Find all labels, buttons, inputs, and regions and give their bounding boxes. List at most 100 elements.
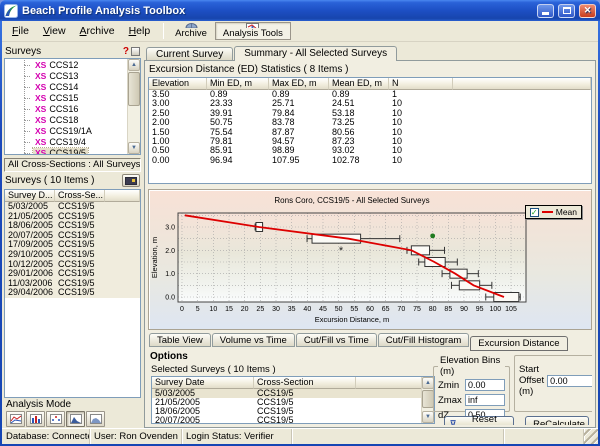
chart-tab-strip: Table ViewVolume vs TimeCut/Fill vs Time… xyxy=(148,333,592,351)
table-row[interactable]: 3.500.890.890.891 xyxy=(149,90,591,99)
zmax-input[interactable] xyxy=(465,394,505,406)
scroll-thumb[interactable] xyxy=(128,72,140,106)
legend-label: Mean xyxy=(556,207,577,217)
tree-scrollbar[interactable]: ▲ ▼ xyxy=(127,59,140,154)
export-icon xyxy=(125,176,137,185)
table-row[interactable]: 17/09/2005CCS19/5 xyxy=(5,240,140,250)
analysis-mode-label: Analysis Mode xyxy=(6,399,139,411)
table-row[interactable]: 21/05/2005CCS19/5 xyxy=(152,398,423,407)
column-header[interactable]: Elevation xyxy=(149,78,207,90)
column-header[interactable]: Cross-Section xyxy=(254,377,356,389)
table-row[interactable]: 20/07/2005CCS19/5 xyxy=(5,231,140,241)
table-row[interactable]: 1.5075.5487.8780.5610 xyxy=(149,128,591,137)
table-row[interactable]: 10/12/2005CCS19/5 xyxy=(5,260,140,270)
table-row[interactable]: 18/06/2005CCS19/5 xyxy=(5,221,140,231)
help-icon[interactable]: ? xyxy=(123,46,129,57)
column-header[interactable]: Survey D... xyxy=(5,190,55,202)
start-offset-group: Start Offset (m) xyxy=(514,355,592,412)
sidebar-title: Surveys xyxy=(5,46,123,57)
pin-icon[interactable] xyxy=(131,47,140,56)
line-chart-mode-button[interactable] xyxy=(6,411,25,427)
analysis-tools-label: Analysis Tools xyxy=(223,28,283,39)
title-bar: Beach Profile Analysis Toolbox ✕ xyxy=(0,0,600,21)
table-row[interactable]: 1.0079.8194.5787.2310 xyxy=(149,137,591,146)
scroll-up-icon[interactable]: ▲ xyxy=(128,59,140,71)
table-row[interactable]: 0.0096.94107.95102.7810 xyxy=(149,156,591,165)
sidebar-surveys-table: Survey D...Cross-Se... 5/03/2005CCS19/52… xyxy=(4,189,141,398)
table-row[interactable]: 0.5085.9198.8993.0210 xyxy=(149,146,591,155)
status-panel: Database: Connected xyxy=(2,429,90,444)
table-row[interactable]: 20/07/2005CCS19/5 xyxy=(152,416,423,423)
tab-summary-all-selected-surveys[interactable]: Summary - All Selected Surveys xyxy=(234,46,397,61)
profile-mode-button[interactable] xyxy=(66,411,85,427)
svg-text:Excursion Distance, m: Excursion Distance, m xyxy=(315,315,390,324)
status-bar: Database: ConnectedUser: Ron OvendenLogi… xyxy=(2,428,598,444)
resize-grip[interactable] xyxy=(584,429,598,444)
close-button[interactable]: ✕ xyxy=(579,4,596,18)
menu-view[interactable]: View xyxy=(37,23,72,39)
column-header[interactable]: Survey Date xyxy=(152,377,254,389)
reset-constraints-button[interactable]: ⊽ Reset Constraints xyxy=(444,416,514,425)
table-row[interactable]: 2.0050.7583.7873.2510 xyxy=(149,118,591,127)
column-header[interactable]: Min ED, m xyxy=(207,78,269,90)
chart-legend[interactable]: ✓ Mean xyxy=(525,205,582,219)
menu-toolbar: FileViewArchiveHelp Archive Analysis Too… xyxy=(2,21,598,42)
minimize-button[interactable] xyxy=(537,4,554,18)
table-row[interactable]: 29/10/2005CCS19/5 xyxy=(5,250,140,260)
histogram-mode-button[interactable] xyxy=(86,411,105,427)
scroll-down-icon[interactable]: ▼ xyxy=(128,142,140,154)
table-row[interactable]: 5/03/2005CCS19/5 xyxy=(152,389,423,398)
surveys-tree: XSCCS12XSCCS13XSCCS14XSCCS15XSCCS16XSCCS… xyxy=(4,58,141,155)
status-panel: Login Status: Verifier xyxy=(182,429,292,444)
table-row[interactable]: 18/06/2005CCS19/5 xyxy=(152,407,423,416)
table-row[interactable]: 29/04/2006CCS19/5 xyxy=(5,288,140,298)
svg-text:55: 55 xyxy=(350,306,358,313)
scroll-down-icon[interactable]: ▼ xyxy=(422,411,434,423)
menu-file[interactable]: File xyxy=(6,23,35,39)
table-row[interactable]: 29/01/2006CCS19/5 xyxy=(5,269,140,279)
toolbar-separator xyxy=(163,23,164,39)
table-row[interactable]: 21/05/2005CCS19/5 xyxy=(5,212,140,222)
archive-toolbar-button[interactable]: Archive xyxy=(167,22,215,40)
svg-text:45: 45 xyxy=(319,306,327,313)
legend-checkbox[interactable]: ✓ xyxy=(530,208,539,217)
column-header[interactable]: N xyxy=(389,78,453,90)
zmin-input[interactable] xyxy=(465,379,505,391)
svg-text:10: 10 xyxy=(209,306,217,313)
menu-help[interactable]: Help xyxy=(123,23,157,39)
app-logo-icon xyxy=(4,4,18,18)
tab-table-view[interactable]: Table View xyxy=(149,333,211,347)
tab-cut-fill-vs-time[interactable]: Cut/Fill vs Time xyxy=(296,333,377,347)
maximize-button[interactable] xyxy=(558,4,575,18)
column-header[interactable]: Cross-Se... xyxy=(55,190,105,202)
svg-text:60: 60 xyxy=(366,306,374,313)
svg-text:85: 85 xyxy=(444,306,452,313)
status-panel xyxy=(504,429,584,444)
table-row[interactable]: 2.5039.9179.8453.1810 xyxy=(149,109,591,118)
elevation-bins-group: Elevation Bins (m) ZminZmaxdZ xyxy=(433,355,510,412)
tab-cut-fill-histogram[interactable]: Cut/Fill Histogram xyxy=(378,333,470,347)
menu-archive[interactable]: Archive xyxy=(74,23,121,39)
svg-text:80: 80 xyxy=(429,306,437,313)
export-button[interactable] xyxy=(122,174,140,187)
start-offset-input[interactable] xyxy=(547,375,592,387)
recalculate-button[interactable]: ReCalculate xyxy=(525,416,589,425)
selected-surveys-label: Selected Surveys ( 10 Items ) xyxy=(151,364,276,375)
table-row[interactable]: 3.0023.3325.7124.5110 xyxy=(149,99,591,108)
column-header[interactable]: Mean ED, m xyxy=(329,78,389,90)
svg-text:75: 75 xyxy=(413,306,421,313)
scatter-chart-mode-button[interactable] xyxy=(46,411,65,427)
bar-chart-mode-button[interactable] xyxy=(26,411,45,427)
svg-text:3.0: 3.0 xyxy=(165,225,175,232)
table-row[interactable]: 11/03/2006CCS19/5 xyxy=(5,279,140,289)
table-row[interactable]: 5/03/2005CCS19/5 xyxy=(5,202,140,212)
column-header[interactable]: Max ED, m xyxy=(269,78,329,90)
tab-current-survey[interactable]: Current Survey xyxy=(146,47,233,60)
analysis-tools-toolbar-button[interactable]: Analysis Tools xyxy=(215,22,291,40)
stats-title: Excursion Distance (ED) Statistics ( 8 I… xyxy=(148,64,592,77)
app-window: Beach Profile Analysis Toolbox ✕ FileVie… xyxy=(0,0,600,446)
tab-volume-vs-time[interactable]: Volume vs Time xyxy=(212,333,295,347)
svg-text:*: * xyxy=(339,245,344,257)
svg-text:105: 105 xyxy=(505,306,517,313)
tab-excursion-distance[interactable]: Excursion Distance xyxy=(470,336,567,351)
